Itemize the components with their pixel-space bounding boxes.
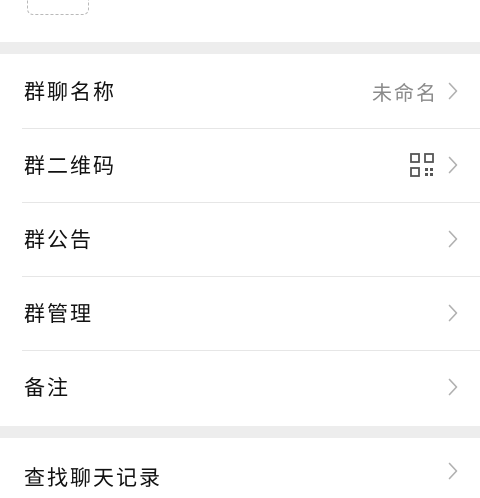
- group-manage-row[interactable]: 群管理: [0, 276, 480, 350]
- group-name-right: 未命名: [372, 77, 458, 106]
- chat-history-card: 查找聊天记录: [0, 438, 480, 498]
- member-section: [0, 0, 480, 42]
- add-member-button[interactable]: [27, 0, 89, 15]
- group-qr-right: [410, 153, 458, 177]
- group-name-row[interactable]: 群聊名称 未命名: [0, 54, 480, 128]
- group-manage-label: 群管理: [24, 302, 93, 326]
- group-notice-label: 群公告: [24, 228, 93, 252]
- group-notice-row[interactable]: 群公告: [0, 202, 480, 276]
- remark-label: 备注: [24, 376, 70, 400]
- group-manage-right: [448, 304, 458, 322]
- search-history-label: 查找聊天记录: [24, 466, 162, 490]
- group-name-value: 未命名: [372, 80, 438, 105]
- group-qr-row[interactable]: 群二维码: [0, 128, 480, 202]
- remark-row[interactable]: 备注: [0, 350, 480, 424]
- group-name-label: 群聊名称: [24, 80, 116, 104]
- chevron-right-icon: [448, 304, 458, 322]
- search-history-right: [448, 462, 458, 480]
- search-history-row[interactable]: 查找聊天记录: [0, 438, 480, 498]
- chevron-right-icon: [448, 462, 458, 480]
- chevron-right-icon: [448, 82, 458, 100]
- group-notice-right: [448, 230, 458, 248]
- group-settings-card: 群聊名称 未命名 群二维码 群公告 群管理 备注: [0, 54, 480, 426]
- chevron-right-icon: [448, 230, 458, 248]
- qr-code-icon: [410, 153, 434, 177]
- remark-right: [448, 378, 458, 396]
- group-qr-label: 群二维码: [24, 154, 116, 178]
- chevron-right-icon: [448, 378, 458, 396]
- chevron-right-icon: [448, 156, 458, 174]
